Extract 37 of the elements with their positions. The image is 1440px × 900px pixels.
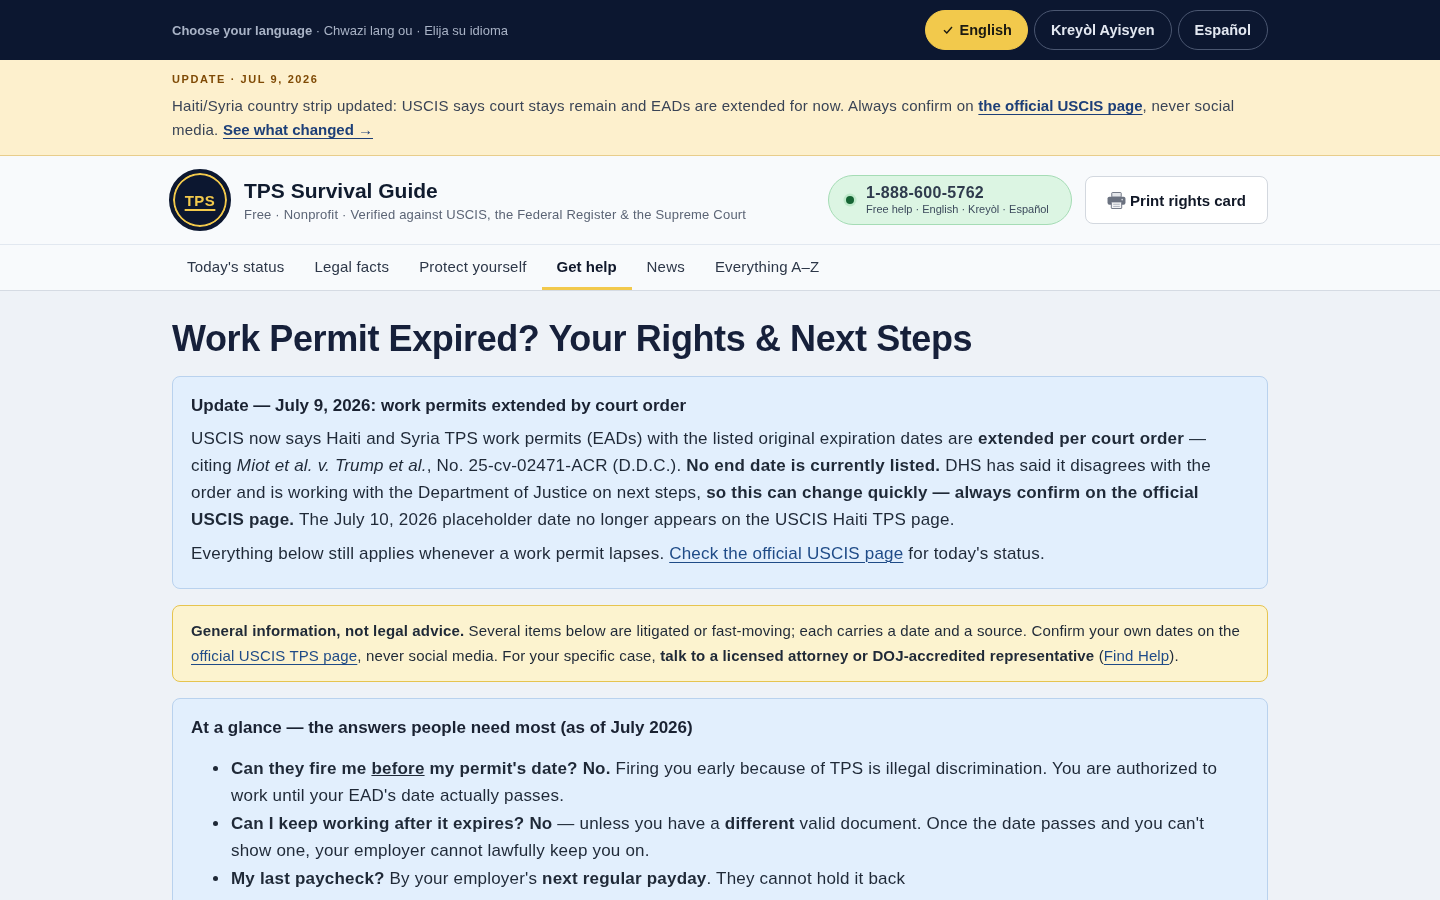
inline-link[interactable]: Check the official USCIS page [669, 544, 904, 563]
hotline-badge[interactable]: 1-888-600-5762 Free help · English · Kreyòl · Español [828, 175, 1072, 225]
bullet-icon [213, 821, 218, 826]
inline-link[interactable]: official USCIS TPS page [191, 647, 358, 664]
nav-tab[interactable]: Today's status [172, 245, 300, 290]
update-text: Haiti/Syria country strip updated: USCIS says court stays remain and EADs are extended for now. Always confirm on the official USCIS page, never social media. See what changed → [172, 96, 1236, 140]
hotline-number: 1-888-600-5762 [866, 184, 986, 202]
nav-tab[interactable]: Legal facts [299, 245, 405, 290]
page-title: Work Permit Expired? Your Rights & Next Steps [172, 317, 974, 361]
printer-icon [1107, 191, 1127, 209]
answer-text: Can they fire me before my permit's date? No. Firing you early because of TPS is illegal discrimination. You are authorized to work until your EAD's date actually passes. [231, 758, 1219, 807]
print-button[interactable]: Print rights card [1085, 176, 1268, 224]
update-date: UPDATE · JUL 9, 2026 [172, 72, 320, 87]
site-tagline: Free · Nonprofit · Verified against USCIS, the Federal Register & the Supreme Court [244, 207, 748, 222]
language-prompt: Choose your language · Chwazi lang ou · Elija su idioma [172, 22, 508, 38]
site-title: TPS Survival Guide [244, 178, 439, 204]
answer-text: My last paycheck? By your employer's next regular payday. They cannot hold it back [231, 868, 906, 890]
notice-text: General information, not legal advice. Several items below are litigated or fast-moving; each carries a date and a source. Confirm your own dates on the official USCIS TPS page, never social media. For your specific case, talk to a licensed attorney or DOJ-accredited representative (Find Help). [191, 621, 1242, 666]
language-button[interactable]: English [924, 10, 1028, 50]
answer-text: Can I keep working after it expires? No — unless you have a different valid document. Once the date passes and you can't show one, your employer cannot lawfully keep you on. [231, 813, 1206, 862]
nav-tab[interactable]: News [631, 245, 700, 290]
inline-link[interactable]: the official USCIS page [978, 97, 1143, 114]
hotline-note: Free help · English · Kreyòl · Español [866, 202, 1049, 216]
check-icon [942, 26, 953, 34]
inline-link[interactable]: See what changed → [222, 121, 373, 138]
nav-tab[interactable]: Everything A–Z [699, 245, 835, 290]
bullet-icon [213, 766, 218, 771]
nav-tab[interactable]: Protect yourself [404, 245, 542, 290]
logo-badge[interactable]: TPS [169, 169, 231, 231]
bullet-icon [213, 876, 218, 881]
inline-link[interactable]: Find Help [1103, 647, 1170, 664]
status-dot-icon [843, 193, 857, 207]
nav-tab[interactable]: Get help [541, 245, 632, 290]
card-paragraph: USCIS now says Haiti and Syria TPS work permits (EADs) with the listed original expiration dates are extended per court order — citing Miot et al. v. Trump et al., No. 25-cv-02471-ACR (D.D.C.). No end date is currently listed. DHS has said it disagrees with the order and is working with the Department of Justice on next steps, so this can change quickly — always confirm on the official USCIS page. The July 10, 2026 placeholder date no longer appears on the USCIS Haiti TPS page. [191, 428, 1212, 531]
card-title: At a glance — the answers people need most (as of July 2026) [191, 717, 694, 739]
card-title: Update — July 9, 2026: work permits extended by court order [191, 395, 688, 417]
card-paragraph: Everything below still applies whenever a work permit lapses. Check the official USCIS page for today's status. [191, 543, 1046, 565]
